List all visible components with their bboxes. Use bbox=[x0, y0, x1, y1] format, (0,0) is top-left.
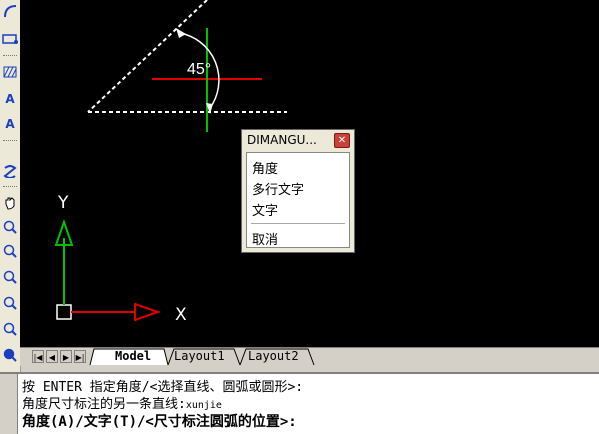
command-prompt[interactable]: 角度(A)/文字(T)/<尺寸标注圆弧的位置>: bbox=[22, 411, 297, 431]
dashed-sloped-line bbox=[87, 0, 208, 113]
dimangular-popup: DIMANGU... ✕ 角度 多行文字 文字 取消 bbox=[241, 129, 355, 253]
last-tab-button[interactable]: ▶| bbox=[74, 350, 86, 363]
toolbar-separator bbox=[3, 186, 17, 187]
menu-separator bbox=[251, 223, 345, 224]
command-gutter bbox=[0, 374, 18, 434]
menu-item-mtext[interactable]: 多行文字 bbox=[252, 179, 304, 198]
prev-tab-button[interactable]: ◀ bbox=[46, 350, 58, 363]
mtext-icon[interactable]: A bbox=[1, 115, 19, 133]
ucs-x-arrow bbox=[134, 302, 162, 322]
pan-icon[interactable] bbox=[1, 194, 19, 212]
first-tab-button[interactable]: |◀ bbox=[32, 350, 44, 363]
angle-label: 45° bbox=[187, 61, 211, 78]
zoom-previous-icon[interactable] bbox=[1, 268, 19, 286]
menu-item-angle[interactable]: 角度 bbox=[252, 158, 278, 177]
zoom-out-icon[interactable] bbox=[1, 320, 19, 338]
text-icon[interactable]: A bbox=[1, 90, 19, 108]
command-window[interactable]: 按 ENTER 指定角度/<选择直线、圆弧或圆形>: 角度尺寸标注的另一条直线:… bbox=[0, 372, 599, 434]
toolbar-separator bbox=[3, 140, 17, 141]
ucs-origin-box bbox=[56, 304, 72, 320]
rectangle-icon[interactable] bbox=[1, 30, 19, 48]
command-prompt-text: 角度尺寸标注的另一条直线: bbox=[22, 397, 186, 412]
tab-layout1[interactable]: Layout1 bbox=[172, 349, 227, 364]
layout-tab-bar: |◀ ◀ ▶ ▶| Model Layout1 Layout2 bbox=[20, 347, 599, 366]
next-tab-button[interactable]: ▶ bbox=[60, 350, 72, 363]
close-icon[interactable]: ✕ bbox=[334, 133, 350, 148]
popup-menu: 角度 多行文字 文字 取消 bbox=[246, 152, 350, 248]
menu-item-text[interactable]: 文字 bbox=[252, 200, 278, 219]
command-history-line: 角度尺寸标注的另一条直线:xunjie bbox=[22, 393, 222, 412]
ucs-x-label: X bbox=[175, 305, 187, 325]
ucs-y-label: Y bbox=[57, 193, 69, 213]
zoom-window-icon[interactable] bbox=[1, 242, 19, 260]
command-input-echo: xunjie bbox=[185, 400, 222, 411]
toolbar-separator bbox=[3, 55, 17, 56]
arc-icon[interactable] bbox=[1, 2, 19, 20]
region-icon[interactable] bbox=[1, 162, 19, 180]
popup-title: DIMANGU... bbox=[247, 133, 317, 147]
dimension-arrow-top bbox=[176, 28, 186, 38]
menu-item-cancel[interactable]: 取消 bbox=[252, 229, 278, 248]
tab-model[interactable]: Model bbox=[113, 349, 153, 364]
hatch-icon[interactable] bbox=[1, 63, 19, 81]
zoom-realtime-icon[interactable] bbox=[1, 218, 19, 236]
zoom-all-icon[interactable] bbox=[1, 346, 19, 364]
tab-layout2[interactable]: Layout2 bbox=[246, 349, 301, 364]
draw-toolbar: A A bbox=[0, 0, 21, 372]
zoom-in-icon[interactable] bbox=[1, 294, 19, 312]
popup-titlebar[interactable]: DIMANGU... ✕ bbox=[242, 130, 354, 152]
